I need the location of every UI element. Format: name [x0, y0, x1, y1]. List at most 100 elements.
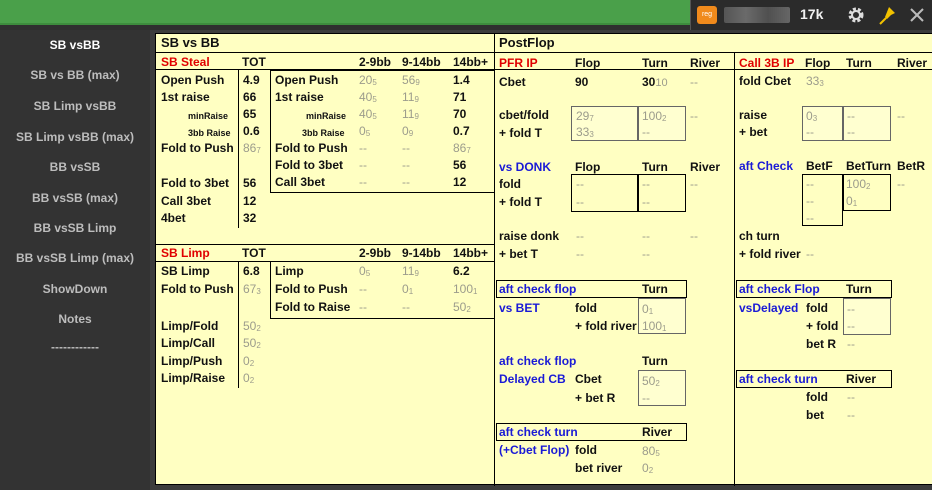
sidebar-item-bb-vs-sb-limp[interactable]: BB vsSB Limp [0, 221, 150, 235]
stat-value[interactable]: 01 [642, 302, 653, 318]
stat-value[interactable]: -- [847, 390, 855, 404]
stat-value[interactable]: 502 [243, 336, 261, 352]
stat-value[interactable]: 0.6 [243, 124, 260, 138]
stat-value[interactable]: 1.4 [453, 73, 470, 87]
stat-value[interactable]: -- [806, 211, 814, 225]
stat-value[interactable]: -- [690, 109, 698, 123]
stat-value[interactable]: 867 [453, 141, 471, 157]
stat-value[interactable]: 1001 [642, 319, 666, 335]
sidebar-item-sb-vs-bb[interactable]: SB vsBB [0, 38, 150, 52]
stat-value[interactable]: 0.7 [453, 124, 470, 138]
stat-value[interactable]: -- [806, 247, 814, 261]
stat-value[interactable]: 1002 [846, 177, 870, 193]
stat-value[interactable]: -- [576, 247, 584, 261]
stat-value[interactable]: -- [897, 177, 905, 191]
stat-value[interactable]: -- [642, 229, 650, 243]
stat-value[interactable]: 05 [359, 124, 370, 140]
stat-value[interactable]: 502 [642, 374, 660, 390]
reg-badge-icon[interactable]: reg [697, 6, 717, 24]
stat-value[interactable]: 6.8 [243, 264, 260, 278]
stat-value[interactable]: 03 [806, 109, 817, 125]
stat-value[interactable]: 70 [453, 107, 466, 121]
stat-value[interactable]: -- [642, 195, 650, 209]
stat-value[interactable]: 333 [806, 74, 824, 90]
stat-value[interactable]: 56 [243, 176, 256, 190]
stat-value[interactable]: -- [642, 125, 650, 139]
stat-value[interactable]: 05 [359, 264, 370, 280]
stat-value[interactable]: -- [847, 337, 855, 351]
stat-value[interactable]: 405 [359, 107, 377, 123]
stat-value[interactable]: 71 [453, 90, 466, 104]
sidebar-item-sb-limp-vs-bb[interactable]: SB Limp vsBB [0, 99, 150, 113]
stat-value[interactable]: -- [847, 408, 855, 422]
stat-value[interactable]: 673 [243, 282, 261, 298]
stat-value[interactable]: 09 [402, 124, 413, 140]
stat-value[interactable]: -- [806, 125, 814, 139]
stat-value[interactable]: 65 [243, 107, 256, 121]
stat-value[interactable]: -- [359, 158, 367, 172]
stat-value[interactable]: 02 [243, 354, 254, 370]
sidebar-item-bb-vs-sb-limp-max[interactable]: BB vsSB Limp (max) [0, 251, 150, 265]
stat-value[interactable]: 3010 [642, 75, 668, 90]
stat-value[interactable]: -- [690, 75, 698, 89]
stat-value[interactable]: -- [847, 302, 855, 316]
stat-value[interactable]: -- [806, 194, 814, 208]
sidebar-item-showdown[interactable]: ShowDown [0, 282, 150, 296]
stat-value[interactable]: 12 [453, 175, 466, 189]
sidebar-item-sb-limp-vs-bb-max[interactable]: SB Limp vsBB (max) [0, 130, 150, 144]
stat-value[interactable]: -- [847, 319, 855, 333]
stat-value[interactable]: -- [359, 282, 367, 296]
stat-value[interactable]: -- [897, 109, 905, 123]
stat-value[interactable]: 4.9 [243, 73, 260, 87]
stat-value[interactable]: -- [642, 247, 650, 261]
stat-value[interactable]: -- [642, 391, 650, 405]
sidebar-item-sb-vs-bb-max[interactable]: SB vs BB (max) [0, 68, 150, 82]
gear-icon[interactable] [845, 4, 867, 26]
stat-value[interactable]: 6.2 [453, 264, 470, 278]
stat-value[interactable]: 02 [642, 461, 653, 477]
stat-value[interactable]: -- [402, 175, 410, 189]
stat-value[interactable]: 297 [576, 109, 594, 125]
stat-value[interactable]: -- [402, 300, 410, 314]
stat-value[interactable]: 01 [846, 194, 857, 210]
stat-value[interactable]: -- [642, 177, 650, 191]
stat-value[interactable]: 66 [243, 90, 256, 104]
stat-value[interactable]: -- [576, 177, 584, 191]
stat-value[interactable]: 12 [243, 194, 256, 208]
stat-value[interactable]: 01 [402, 282, 413, 298]
stat-value[interactable]: -- [359, 300, 367, 314]
pin-icon[interactable] [876, 4, 898, 26]
sidebar-item-notes[interactable]: Notes [0, 312, 150, 326]
stat-value[interactable]: -- [402, 158, 410, 172]
stat-value[interactable]: 119 [402, 90, 419, 106]
stat-value[interactable]: 90 [575, 75, 588, 89]
stat-value[interactable]: -- [359, 141, 367, 155]
stat-value[interactable]: 119 [402, 264, 419, 280]
stat-value[interactable]: 56 [453, 158, 466, 172]
sidebar-item-bb-vs-sb-max[interactable]: BB vsSB (max) [0, 191, 150, 205]
stat-value[interactable]: 1002 [642, 109, 666, 125]
stat-value[interactable]: 867 [243, 141, 261, 157]
stat-value[interactable]: 333 [576, 125, 594, 141]
stat-value[interactable]: -- [690, 177, 698, 191]
stat-value[interactable]: 02 [243, 371, 254, 387]
stat-value[interactable]: -- [402, 141, 410, 155]
stat-value[interactable]: -- [576, 195, 584, 209]
stat-value[interactable]: 502 [243, 319, 261, 335]
stat-value[interactable]: 502 [453, 300, 471, 316]
stat-value[interactable]: -- [359, 175, 367, 189]
stat-value[interactable]: -- [806, 177, 814, 191]
stat-value[interactable]: -- [690, 229, 698, 243]
stat-value[interactable]: 32 [243, 211, 256, 225]
close-icon[interactable] [906, 4, 928, 26]
stat-value[interactable]: 805 [642, 444, 660, 460]
stat-value[interactable]: 205 [359, 73, 377, 89]
stat-value[interactable]: -- [847, 125, 855, 139]
stat-value[interactable]: 119 [402, 107, 419, 123]
stat-value[interactable]: -- [847, 109, 855, 123]
stat-value[interactable]: 1001 [453, 282, 477, 298]
stat-value[interactable]: -- [576, 229, 584, 243]
stat-value[interactable]: 569 [402, 73, 420, 89]
sidebar-item-bb-vs-sb[interactable]: BB vsSB [0, 160, 150, 174]
stat-value[interactable]: 405 [359, 90, 377, 106]
